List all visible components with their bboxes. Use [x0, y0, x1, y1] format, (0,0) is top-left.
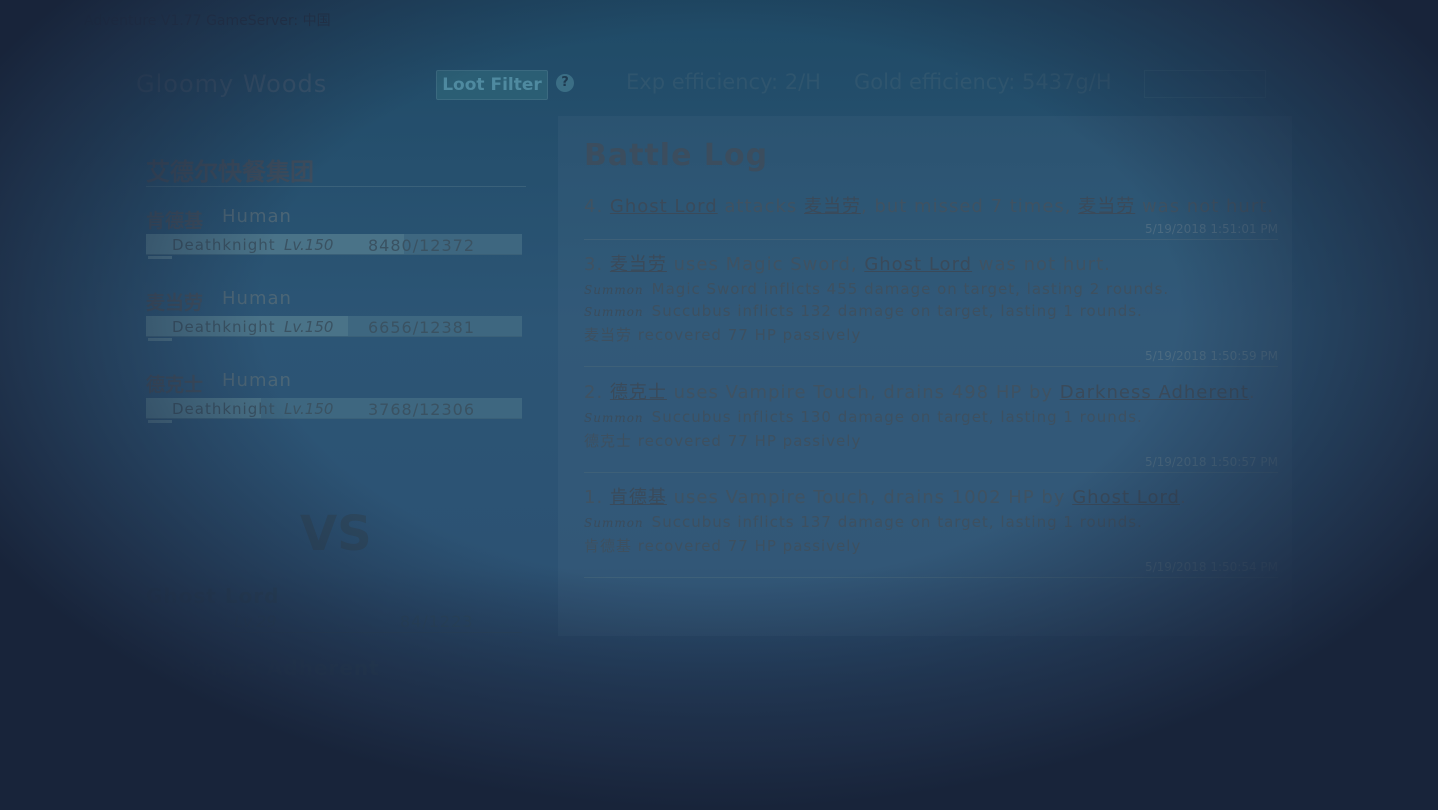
- log-timestamp: 5/19/2018 1:50:54 PM: [1144, 560, 1278, 574]
- log-text: was not hurt.: [1135, 196, 1275, 217]
- log-text: 2.: [584, 382, 610, 403]
- help-icon[interactable]: ?: [556, 74, 574, 92]
- member-class: Deathknight: [172, 400, 276, 418]
- mp-bar: [148, 420, 172, 423]
- log-entry-text: 3. 麦当劳 uses Magic Sword, Ghost Lord was …: [584, 250, 1278, 276]
- log-entry: 1. 肯德基 uses Vampire Touch, drains 1002 H…: [584, 483, 1278, 578]
- log-detail: 麦当劳 recovered 77 HP passively: [584, 324, 1278, 345]
- member-level: Lv.150: [284, 318, 334, 336]
- member-name: 德克士: [146, 374, 204, 396]
- log-timestamp: 5/19/2018 1:51:01 PM: [1144, 222, 1278, 236]
- member-hp: 6656/12381: [368, 318, 476, 337]
- battle-log-title: Battle Log: [584, 138, 769, 173]
- log-entry-text: 2. 德克士 uses Vampire Touch, drains 498 HP…: [584, 378, 1278, 404]
- log-text: uses Vampire Touch, drains 498 HP by: [666, 382, 1060, 403]
- party-panel: 艾德尔快餐集团 肯德基 Human Deathknight Lv.150 848…: [140, 138, 530, 680]
- log-detail-text: Succubus inflicts 137 damage on target, …: [651, 513, 1143, 531]
- member-hp: 8480/12372: [368, 236, 476, 255]
- log-entry-text: 4. Ghost Lord attacks 麦当劳, but missed 7 …: [584, 192, 1278, 218]
- actor-link[interactable]: 德克士: [610, 382, 667, 403]
- log-text: 4.: [584, 196, 610, 217]
- title-bar: Adventure V1.77 GameServer: 中国: [0, 0, 1438, 40]
- battle-log-panel: Battle Log 4. Ghost Lord attacks 麦当劳, bu…: [558, 116, 1292, 636]
- member-level: Lv.150: [284, 400, 334, 418]
- app-title: Adventure V1.77 GameServer: 中国: [84, 13, 331, 29]
- log-text: was not hurt.: [972, 254, 1111, 275]
- header-bar: Gloomy Woods Loot Filter ? Exp efficienc…: [120, 58, 1300, 110]
- enemy-name: Ghost Lord: [146, 584, 280, 608]
- log-detail-text: 肯德基 recovered 77 HP passively: [584, 537, 862, 555]
- log-detail-text: Succubus inflicts 132 damage on target, …: [651, 302, 1143, 320]
- divider: [146, 186, 526, 187]
- member-race: Human: [222, 206, 292, 227]
- log-text: .: [1248, 382, 1256, 403]
- enemy-entry[interactable]: Darkness Adherent: [146, 656, 526, 706]
- zone-title: Gloomy Woods: [136, 70, 328, 98]
- log-entry: 3. 麦当劳 uses Magic Sword, Ghost Lord was …: [584, 250, 1278, 367]
- summon-tag: Summon: [584, 516, 644, 530]
- log-text: .: [1179, 487, 1187, 508]
- member-class: Deathknight: [172, 236, 276, 254]
- actor-link[interactable]: 麦当劳: [1078, 196, 1135, 217]
- actor-link[interactable]: 肯德基: [610, 487, 667, 508]
- actor-link[interactable]: Ghost Lord: [864, 254, 972, 275]
- member-race: Human: [222, 370, 292, 391]
- enemy-name: Darkness Adherent: [146, 656, 380, 680]
- log-text: attacks: [717, 196, 804, 217]
- enemy-level: Lv.29: [234, 612, 277, 631]
- log-detail-text: Succubus inflicts 130 damage on target, …: [651, 408, 1143, 426]
- exp-efficiency: Exp efficiency: 2/H: [626, 70, 821, 94]
- log-text: , but missed 7 times,: [861, 196, 1079, 217]
- member-name: 麦当劳: [146, 292, 204, 314]
- log-detail: Summon Magic Sword inflicts 455 damage on…: [584, 280, 1278, 298]
- member-level: Lv.150: [284, 236, 334, 254]
- log-entry-text: 1. 肯德基 uses Vampire Touch, drains 1002 H…: [584, 483, 1278, 509]
- log-detail: Summon Succubus inflicts 130 damage on ta…: [584, 408, 1278, 426]
- log-entry: 4. Ghost Lord attacks 麦当劳, but missed 7 …: [584, 192, 1278, 240]
- log-detail: Summon Succubus inflicts 137 damage on ta…: [584, 513, 1278, 531]
- loot-filter-button[interactable]: Loot Filter: [436, 70, 548, 100]
- member-hp: 3768/12306: [368, 400, 476, 419]
- log-entry: 2. 德克士 uses Vampire Touch, drains 498 HP…: [584, 378, 1278, 473]
- summon-tag: Summon: [584, 305, 644, 319]
- log-timestamp: 5/19/2018 1:50:59 PM: [1144, 349, 1278, 363]
- log-text: 3.: [584, 254, 610, 275]
- actor-link[interactable]: Ghost Lord: [610, 196, 718, 217]
- log-detail-text: 德克士 recovered 77 HP passively: [584, 432, 862, 450]
- enemy-hp: 84/1223: [400, 612, 474, 631]
- vs-label: VS: [300, 506, 372, 562]
- summon-tag: Summon: [584, 283, 644, 297]
- actor-link[interactable]: 麦当劳: [804, 196, 861, 217]
- party-member[interactable]: 肯德基 Human Deathknight Lv.150 8480/12372: [146, 206, 526, 268]
- member-class: Deathknight: [172, 318, 276, 336]
- header-action-button[interactable]: [1144, 70, 1266, 98]
- log-text: uses Magic Sword,: [666, 254, 865, 275]
- enemy-entry[interactable]: Ghost Lord Lv.29 84/1223: [146, 584, 526, 634]
- actor-link[interactable]: 麦当劳: [610, 254, 667, 275]
- party-name: 艾德尔快餐集团: [146, 158, 314, 186]
- log-text: uses Vampire Touch, drains 1002 HP by: [666, 487, 1073, 508]
- actor-link[interactable]: Darkness Adherent: [1060, 382, 1249, 403]
- member-name: 肯德基: [146, 210, 204, 232]
- member-race: Human: [222, 288, 292, 309]
- actor-link[interactable]: Ghost Lord: [1072, 487, 1180, 508]
- mp-bar: [148, 256, 172, 259]
- log-timestamp: 5/19/2018 1:50:57 PM: [1144, 455, 1278, 469]
- party-member[interactable]: 麦当劳 Human Deathknight Lv.150 6656/12381: [146, 288, 526, 350]
- log-detail-text: Magic Sword inflicts 455 damage on targe…: [651, 280, 1170, 298]
- mp-bar: [148, 338, 172, 341]
- log-detail-text: 麦当劳 recovered 77 HP passively: [584, 326, 862, 344]
- log-detail: 德克士 recovered 77 HP passively: [584, 430, 1278, 451]
- log-text: 1.: [584, 487, 610, 508]
- enemy-hp-bar: [146, 632, 522, 633]
- party-member[interactable]: 德克士 Human Deathknight Lv.150 3768/12306: [146, 370, 526, 432]
- gold-efficiency: Gold efficiency: 5437g/H: [854, 70, 1112, 94]
- summon-tag: Summon: [584, 411, 644, 425]
- log-detail: 肯德基 recovered 77 HP passively: [584, 535, 1278, 556]
- log-detail: Summon Succubus inflicts 132 damage on ta…: [584, 302, 1278, 320]
